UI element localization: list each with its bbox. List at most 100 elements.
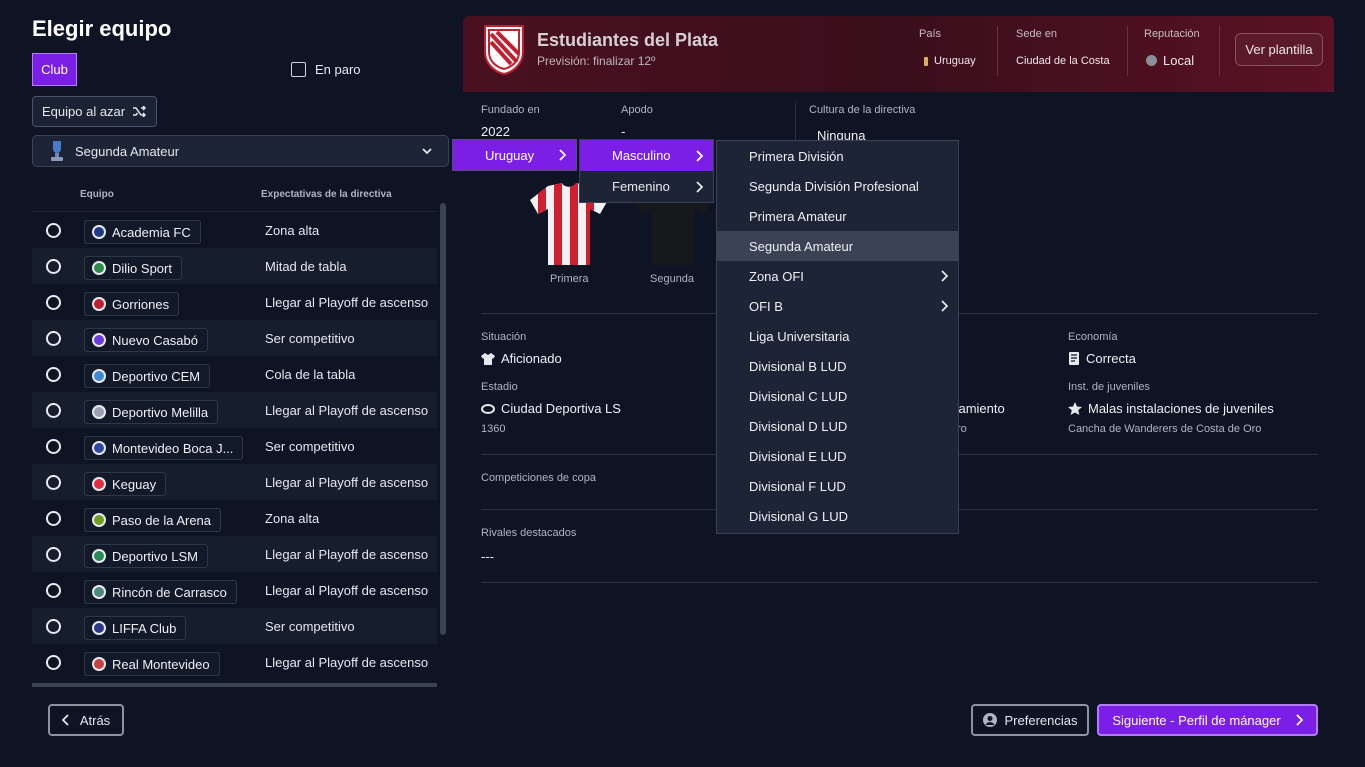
stadium-capacity: 1360: [481, 423, 506, 435]
team-radio[interactable]: [46, 295, 61, 310]
preferences-button[interactable]: Preferencias: [971, 704, 1089, 736]
stadium-icon: [481, 403, 495, 414]
team-radio[interactable]: [46, 259, 61, 274]
club-crest-icon: [92, 513, 106, 527]
menu-league-item[interactable]: Zona OFI: [717, 261, 958, 291]
team-chip[interactable]: Deportivo LSM: [84, 544, 208, 568]
menu-league-label: Primera Amateur: [749, 208, 847, 224]
table-row[interactable]: Deportivo LSM Llegar al Playoff de ascens…: [32, 536, 437, 572]
table-row[interactable]: Keguay Llegar al Playoff de ascenso: [32, 464, 437, 500]
table-row[interactable]: Dilio Sport Mitad de tabla: [32, 248, 437, 284]
random-team-button[interactable]: Equipo al azar: [32, 96, 157, 127]
team-name: Gorriones: [112, 296, 170, 312]
club-header: Estudiantes del Plata Previsión: finaliz…: [463, 16, 1334, 92]
team-chip[interactable]: Rincón de Carrasco: [84, 580, 237, 604]
menu-league-item[interactable]: Liga Universitaria: [717, 321, 958, 351]
menu-league-item[interactable]: Divisional C LUD: [717, 381, 958, 411]
table-row[interactable]: Rincón de Carrasco Llegar al Playoff de a…: [32, 572, 437, 608]
team-chip[interactable]: Nuevo Casabó: [84, 328, 208, 352]
vertical-scrollbar[interactable]: [440, 203, 446, 635]
table-row[interactable]: Nuevo Casabó Ser competitivo: [32, 320, 437, 356]
table-row[interactable]: Deportivo CEM Cola de la tabla: [32, 356, 437, 392]
menu-league-label: Primera División: [749, 148, 844, 164]
team-expectation: Ser competitivo: [265, 619, 355, 634]
table-row[interactable]: Paso de la Arena Zona alta: [32, 500, 437, 536]
tab-club[interactable]: Club: [32, 53, 77, 86]
club-crest-icon: [484, 25, 524, 76]
team-radio[interactable]: [46, 583, 61, 598]
table-row[interactable]: Deportivo Melilla Llegar al Playoff de as…: [32, 392, 437, 428]
team-chip[interactable]: Keguay: [84, 472, 167, 496]
random-team-label: Equipo al azar: [42, 104, 126, 119]
team-chip[interactable]: LIFFA Club: [84, 616, 187, 640]
team-radio[interactable]: [46, 439, 61, 454]
team-radio[interactable]: [46, 655, 61, 670]
en-paro-checkbox[interactable]: [291, 62, 306, 77]
user-icon: [982, 713, 997, 727]
column-header-team: Equipo: [80, 189, 114, 200]
menu-gender-label: Masculino: [612, 148, 671, 163]
menu-league-item[interactable]: Divisional D LUD: [717, 411, 958, 441]
club-crest-icon: [92, 657, 106, 671]
team-name: Academia FC: [112, 224, 191, 240]
team-radio[interactable]: [46, 547, 61, 562]
club-crest-icon: [92, 369, 106, 383]
team-radio[interactable]: [46, 367, 61, 382]
team-chip[interactable]: Dilio Sport: [84, 256, 182, 280]
team-chip[interactable]: Montevideo Boca J...: [84, 436, 244, 460]
sede-label: Sede en: [1016, 28, 1057, 40]
home-shirt-label: Primera: [550, 273, 589, 285]
globe-icon: [1146, 55, 1157, 66]
menu-league-item[interactable]: Divisional B LUD: [717, 351, 958, 381]
club-crest-icon: [92, 261, 106, 275]
menu-league-item[interactable]: Primera Amateur: [717, 201, 958, 231]
league-select[interactable]: Segunda Amateur: [32, 135, 449, 167]
table-row[interactable]: LIFFA Club Ser competitivo: [32, 608, 437, 644]
menu-gender: Masculino Femenino: [579, 139, 714, 203]
menu-league-label: Liga Universitaria: [749, 328, 850, 344]
economy-value: Correcta: [1068, 351, 1136, 366]
team-radio[interactable]: [46, 475, 61, 490]
menu-league-item[interactable]: Segunda Amateur: [717, 231, 958, 261]
table-row[interactable]: Real Montevideo Llegar al Playoff de asce…: [32, 644, 437, 680]
team-name: Rincón de Carrasco: [112, 584, 227, 600]
team-expectation: Ser competitivo: [265, 439, 355, 454]
team-radio[interactable]: [46, 331, 61, 346]
menu-league-item[interactable]: Divisional F LUD: [717, 471, 958, 501]
menu-league-item[interactable]: Divisional G LUD: [717, 501, 958, 531]
team-radio[interactable]: [46, 511, 61, 526]
stadium-label: Estadio: [481, 381, 518, 393]
team-chip[interactable]: Academia FC: [84, 220, 201, 244]
team-radio[interactable]: [46, 223, 61, 238]
menu-leagues: Primera División Segunda División Profesi…: [716, 140, 959, 534]
en-paro-toggle[interactable]: En paro: [291, 62, 361, 77]
team-chip[interactable]: Gorriones: [84, 292, 180, 316]
menu-country-uruguay[interactable]: Uruguay: [452, 139, 577, 171]
table-row[interactable]: Academia FC Zona alta: [32, 212, 437, 248]
team-name: Paso de la Arena: [112, 512, 212, 528]
ver-plantilla-button[interactable]: Ver plantilla: [1235, 33, 1323, 66]
menu-league-label: Divisional G LUD: [749, 508, 848, 524]
horizontal-scrollbar[interactable]: [32, 683, 437, 687]
menu-league-item[interactable]: Segunda División Profesional: [717, 171, 958, 201]
team-radio[interactable]: [46, 403, 61, 418]
team-chip[interactable]: Paso de la Arena: [84, 508, 222, 532]
team-expectation: Llegar al Playoff de ascenso: [265, 655, 429, 670]
team-chip[interactable]: Deportivo Melilla: [84, 400, 219, 424]
team-chip[interactable]: Real Montevideo: [84, 652, 220, 676]
next-button[interactable]: Siguiente - Perfil de mánager: [1097, 704, 1318, 736]
back-button[interactable]: Atrás: [48, 704, 124, 736]
menu-gender-femenino[interactable]: Femenino: [580, 171, 713, 202]
team-chip[interactable]: Deportivo CEM: [84, 364, 211, 388]
team-name: Nuevo Casabó: [112, 332, 198, 348]
table-row[interactable]: Montevideo Boca J... Ser competitivo: [32, 428, 437, 464]
table-row[interactable]: Gorriones Llegar al Playoff de ascenso: [32, 284, 437, 320]
menu-league-item[interactable]: OFI B: [717, 291, 958, 321]
menu-league-item[interactable]: Divisional E LUD: [717, 441, 958, 471]
team-expectation: Cola de la tabla: [265, 367, 356, 382]
en-paro-label: En paro: [315, 62, 361, 77]
menu-league-label: Divisional B LUD: [749, 358, 847, 374]
team-radio[interactable]: [46, 619, 61, 634]
menu-gender-masculino[interactable]: Masculino: [580, 140, 713, 171]
menu-league-item[interactable]: Primera División: [717, 141, 958, 171]
